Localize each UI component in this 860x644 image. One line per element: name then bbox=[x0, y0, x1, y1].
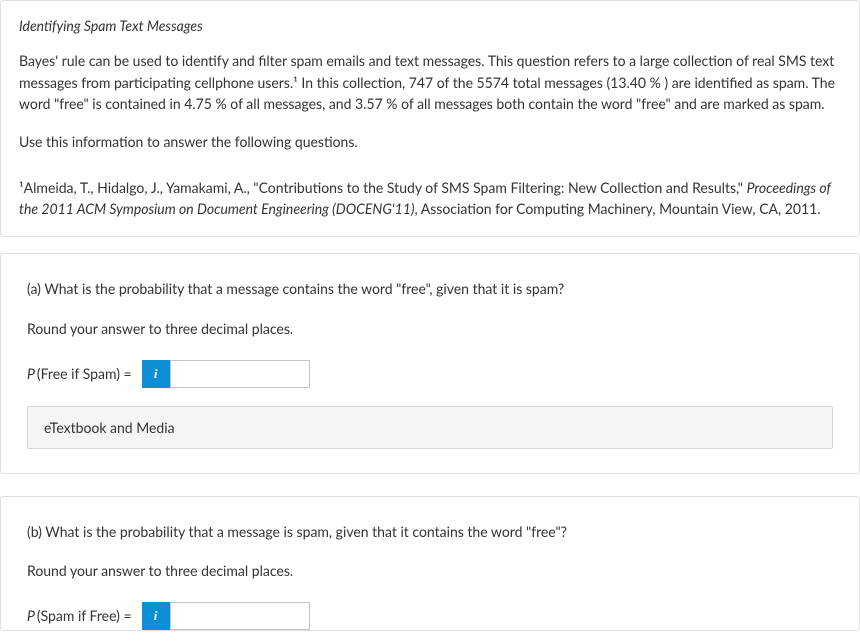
question-b-round: Round your answer to three decimal place… bbox=[27, 560, 833, 582]
question-a-text: (a) What is the probability that a messa… bbox=[27, 278, 833, 300]
question-b-input[interactable] bbox=[170, 602, 310, 630]
citation-suffix: , Association for Computing Machinery, M… bbox=[414, 200, 820, 217]
intro-instruction: Use this information to answer the follo… bbox=[19, 131, 841, 153]
question-b-text: (b) What is the probability that a messa… bbox=[27, 521, 833, 543]
info-icon[interactable]: i bbox=[142, 360, 170, 388]
question-a-input[interactable] bbox=[170, 360, 310, 388]
citation-prefix: ¹Almeida, T., Hidalgo, J., Yamakami, A.,… bbox=[19, 179, 747, 196]
etextbook-button[interactable]: eTextbook and Media bbox=[27, 406, 833, 449]
question-b-answer-row: P(Spam if Free) = i bbox=[27, 602, 833, 630]
question-a-label-rest: (Free if Spam) = bbox=[37, 365, 132, 382]
question-b-label-rest: (Spam if Free) = bbox=[37, 607, 132, 624]
intro-title: Identifying Spam Text Messages bbox=[19, 17, 841, 34]
citation: ¹Almeida, T., Hidalgo, J., Yamakami, A.,… bbox=[19, 177, 841, 220]
question-a-label-p: P bbox=[27, 365, 35, 382]
question-b-panel: (b) What is the probability that a messa… bbox=[0, 496, 860, 631]
question-a-answer-row: P(Free if Spam) = i bbox=[27, 360, 833, 388]
question-a-panel: (a) What is the probability that a messa… bbox=[0, 253, 860, 473]
question-b-label-p: P bbox=[27, 607, 35, 624]
question-a-round: Round your answer to three decimal place… bbox=[27, 318, 833, 340]
intro-panel: Identifying Spam Text Messages Bayes' ru… bbox=[0, 0, 860, 237]
info-icon[interactable]: i bbox=[142, 602, 170, 630]
intro-paragraph: Bayes' rule can be used to identify and … bbox=[19, 50, 841, 115]
